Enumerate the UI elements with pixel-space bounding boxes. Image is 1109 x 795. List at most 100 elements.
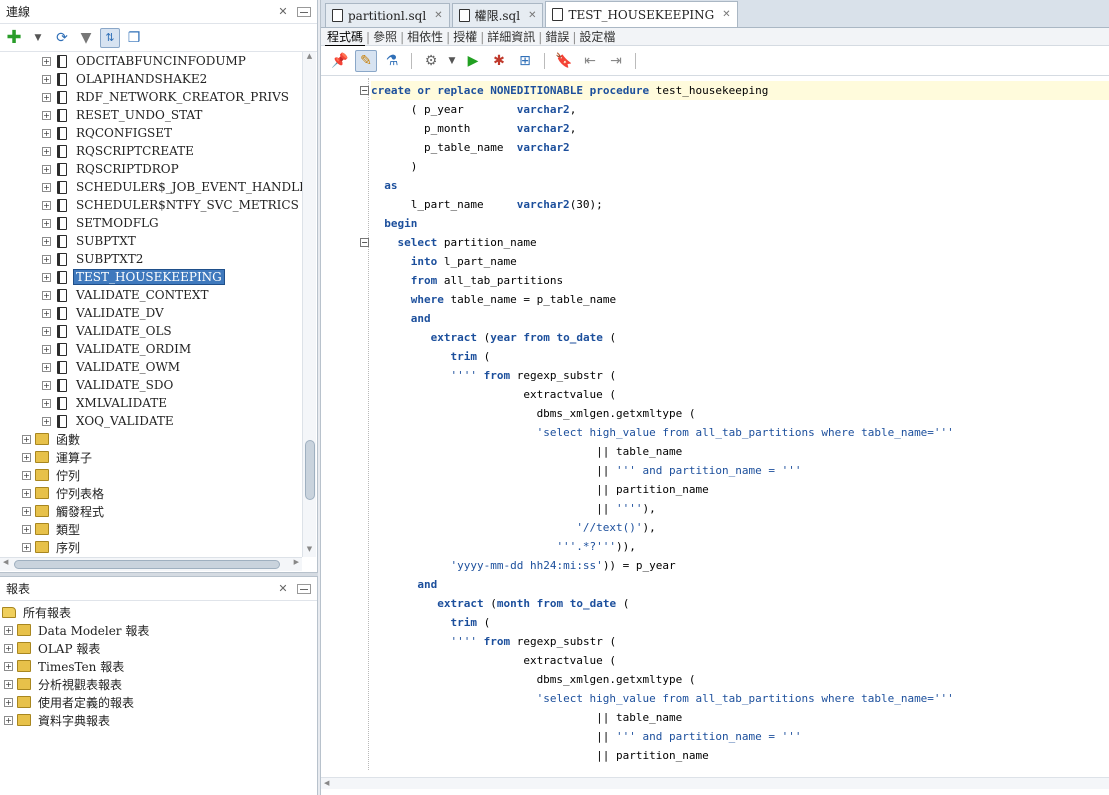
report-folder[interactable]: + TimesTen 報表	[0, 657, 317, 675]
expand-icon[interactable]: +	[42, 326, 51, 336]
editor-tab[interactable]: partitionl.sql ✕	[325, 3, 450, 27]
editor-horizontal-scrollbar[interactable]: ◀	[321, 777, 1109, 789]
expand-icon[interactable]: +	[42, 290, 51, 300]
expand-icon[interactable]: +	[42, 92, 51, 102]
code-line[interactable]: − select partition_name	[360, 233, 1109, 252]
tree-item[interactable]: + VALIDATE_CONTEXT	[0, 286, 302, 304]
minimize-icon[interactable]	[297, 583, 311, 594]
code-line[interactable]: and	[371, 309, 1109, 328]
expand-icon[interactable]: +	[22, 470, 31, 480]
tree-item[interactable]: + VALIDATE_SDO	[0, 376, 302, 394]
close-icon[interactable]: ✕	[275, 582, 291, 595]
gear-icon[interactable]: ⚙	[420, 50, 442, 72]
code-line[interactable]: || ''' and partition_name = '''	[371, 727, 1109, 746]
expand-icon[interactable]: +	[4, 679, 13, 689]
scroll-left-icon[interactable]: ◀	[3, 558, 8, 566]
code-line[interactable]: || ''' and partition_name = '''	[371, 461, 1109, 480]
code-line[interactable]: || table_name	[371, 442, 1109, 461]
expand-icon[interactable]: +	[42, 254, 51, 264]
tree-item[interactable]: + VALIDATE_OWM	[0, 358, 302, 376]
scrollbar-thumb[interactable]	[305, 440, 315, 500]
tree-item[interactable]: + RDF_NETWORK_CREATOR_PRIVS	[0, 88, 302, 106]
code-line[interactable]: trim (	[371, 347, 1109, 366]
expand-icon[interactable]: +	[42, 200, 51, 210]
subtab[interactable]: 授權	[451, 28, 479, 45]
expand-icon[interactable]: +	[42, 362, 51, 372]
code-editor[interactable]: − create or replace NONEDITIONABLE proced…	[321, 78, 1109, 770]
code-line[interactable]: into l_part_name	[371, 252, 1109, 271]
code-line[interactable]: dbms_xmlgen.getxmltype (	[371, 670, 1109, 689]
refresh-icon[interactable]: ⟳	[52, 28, 72, 48]
report-folder[interactable]: + 使用者定義的報表	[0, 693, 317, 711]
expand-icon[interactable]: +	[42, 128, 51, 138]
expand-icon[interactable]: +	[4, 697, 13, 707]
expand-icon[interactable]: +	[42, 164, 51, 174]
tree-item[interactable]: + SUBPTXT	[0, 232, 302, 250]
scroll-right-icon[interactable]: ▶	[294, 558, 299, 566]
code-line[interactable]: and	[371, 575, 1109, 594]
scrollbar-thumb[interactable]	[14, 560, 280, 569]
pin-icon[interactable]: 📌	[329, 50, 351, 72]
expand-icon[interactable]: +	[42, 416, 51, 426]
code-line[interactable]: p_month varchar2,	[371, 119, 1109, 138]
code-line[interactable]: extractvalue (	[371, 385, 1109, 404]
next-bookmark-icon[interactable]: ⇥	[605, 50, 627, 72]
editor-tab[interactable]: 權限.sql ✕	[451, 3, 544, 27]
code-line[interactable]: 'select high_value from all_tab_partitio…	[371, 423, 1109, 442]
expand-icon[interactable]: +	[4, 661, 13, 671]
code-line[interactable]: ( p_year varchar2,	[371, 100, 1109, 119]
collapse-all-icon[interactable]: ❐	[124, 28, 144, 48]
close-icon[interactable]: ✕	[275, 5, 291, 18]
expand-icon[interactable]: +	[42, 218, 51, 228]
tree-item[interactable]: + 序列	[0, 538, 302, 556]
minimize-icon[interactable]	[297, 6, 311, 17]
tree-item[interactable]: + RESET_UNDO_STAT	[0, 106, 302, 124]
report-folder[interactable]: + 分析視觀表報表	[0, 675, 317, 693]
code-line[interactable]: p_table_name varchar2	[371, 138, 1109, 157]
expand-icon[interactable]: +	[42, 308, 51, 318]
tree-item[interactable]: + 運算子	[0, 448, 302, 466]
close-icon[interactable]: ✕	[528, 10, 536, 21]
tree-item[interactable]: + SCHEDULER$_JOB_EVENT_HANDLER	[0, 178, 302, 196]
subtab[interactable]: 程式碼	[325, 28, 366, 46]
code-line[interactable]: from all_tab_partitions	[371, 271, 1109, 290]
expand-icon[interactable]: +	[4, 625, 13, 635]
code-line[interactable]: extract (year from to_date (	[371, 328, 1109, 347]
tree-item[interactable]: + 佇列表格	[0, 484, 302, 502]
report-folder[interactable]: + Data Modeler 報表	[0, 621, 317, 639]
fold-icon[interactable]: −	[360, 86, 369, 95]
tree-item[interactable]: + OLAPIHANDSHAKE2	[0, 70, 302, 88]
schema-browser-icon[interactable]: ⇅	[100, 27, 120, 48]
code-line[interactable]: extractvalue (	[371, 651, 1109, 670]
expand-icon[interactable]: +	[4, 643, 13, 653]
code-line[interactable]: dbms_xmlgen.getxmltype (	[371, 404, 1109, 423]
tree-item[interactable]: + RQSCRIPTCREATE	[0, 142, 302, 160]
code-line[interactable]: begin	[371, 214, 1109, 233]
expand-icon[interactable]: +	[42, 74, 51, 84]
code-line[interactable]: 'yyyy-mm-dd hh24:mi:ss')) = p_year	[371, 556, 1109, 575]
close-icon[interactable]: ✕	[722, 9, 730, 20]
expand-icon[interactable]: +	[42, 380, 51, 390]
expand-icon[interactable]: +	[22, 542, 31, 552]
tree-item[interactable]: + SCHEDULER$NTFY_SVC_METRICS	[0, 196, 302, 214]
code-lines[interactable]: − create or replace NONEDITIONABLE proced…	[360, 81, 1109, 765]
subtab[interactable]: 設定檔	[577, 28, 617, 45]
expand-icon[interactable]: +	[42, 398, 51, 408]
expand-icon[interactable]: +	[42, 146, 51, 156]
code-line[interactable]: '''.*?''')),	[371, 537, 1109, 556]
filter-icon[interactable]: ▼	[76, 28, 96, 48]
expand-icon[interactable]: +	[22, 524, 31, 534]
code-line[interactable]: || table_name	[371, 708, 1109, 727]
run-icon[interactable]: ▶	[462, 50, 484, 72]
code-line[interactable]: || partition_name	[371, 746, 1109, 765]
connections-horizontal-scrollbar[interactable]: ◀ ▶	[0, 557, 302, 571]
tree-item[interactable]: + 函數	[0, 430, 302, 448]
debug-icon[interactable]: ✱	[488, 50, 510, 72]
code-line[interactable]: '''' from regexp_substr (	[371, 366, 1109, 385]
chevron-down-icon[interactable]: ▼	[28, 28, 48, 48]
tree-item[interactable]: + TEST_HOUSEKEEPING	[0, 268, 302, 286]
add-connection-icon[interactable]: ✚	[4, 27, 24, 48]
tree-item[interactable]: + RQSCRIPTDROP	[0, 160, 302, 178]
expand-icon[interactable]: +	[42, 344, 51, 354]
tree-item[interactable]: + 類型	[0, 520, 302, 538]
